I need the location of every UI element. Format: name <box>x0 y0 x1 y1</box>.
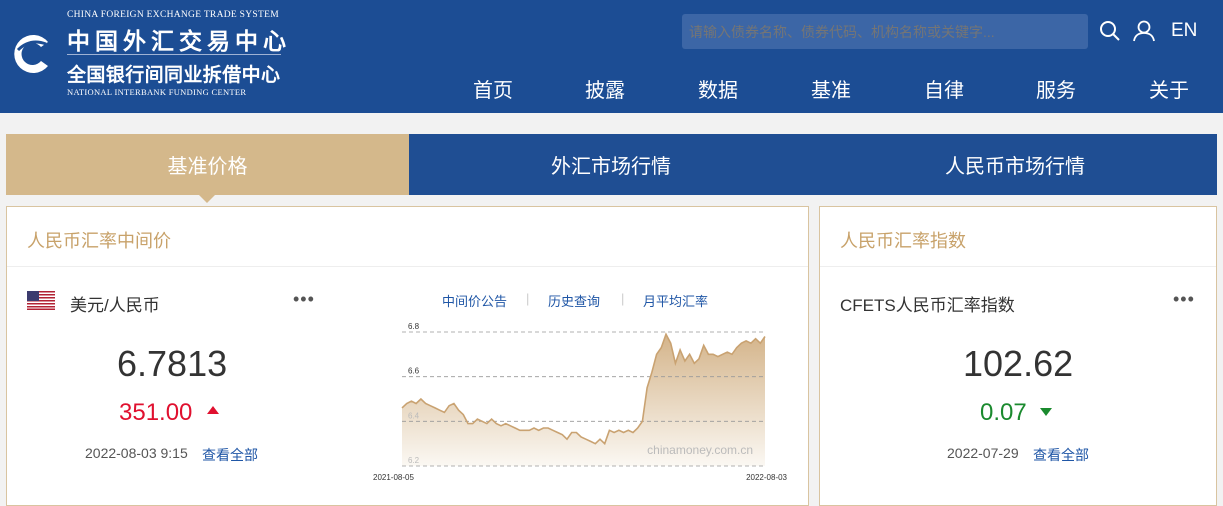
tab-benchmark-price[interactable]: 基准价格 <box>6 134 409 203</box>
y-tick-label: 6.2 <box>408 456 420 465</box>
rmb-index-panel: 人民币汇率指数 CFETS人民币汇率指数 ••• 102.62 0.07 202… <box>819 206 1217 506</box>
logo-cn-top: 中国外汇交易中心 <box>67 28 291 55</box>
tab-fx-market[interactable]: 外汇市场行情 <box>409 134 813 195</box>
parity-announcement-link[interactable]: 中间价公告 <box>442 291 507 310</box>
view-all-link[interactable]: 查看全部 <box>1033 445 1089 465</box>
x-tick-label: 2022-08-03 <box>746 473 787 482</box>
search-input[interactable] <box>682 14 1088 49</box>
cfets-logo-icon <box>14 35 48 73</box>
user-icon[interactable] <box>1132 20 1156 42</box>
index-change: 0.07 <box>980 399 1027 426</box>
nav-benchmark[interactable]: 基准 <box>811 74 851 103</box>
monthly-average-link[interactable]: 月平均汇率 <box>643 291 708 310</box>
rate-change: 351.00 <box>119 399 193 426</box>
tab-rmb-market[interactable]: 人民币市场行情 <box>813 134 1217 195</box>
index-date: 2022-07-29 <box>947 445 1019 461</box>
us-flag-icon <box>27 291 55 310</box>
y-tick-label: 6.4 <box>408 411 420 420</box>
logo-cn-bottom: 全国银行间同业拆借中心 <box>67 65 281 86</box>
more-options-icon[interactable]: ••• <box>293 289 315 310</box>
site-header: CHINA FOREIGN EXCHANGE TRADE SYSTEM 中国外汇… <box>0 0 1223 113</box>
history-query-link[interactable]: 历史查询 <box>548 291 600 310</box>
logo[interactable]: CHINA FOREIGN EXCHANGE TRADE SYSTEM 中国外汇… <box>8 8 286 100</box>
logo-en-top: CHINA FOREIGN EXCHANGE TRADE SYSTEM <box>67 10 279 20</box>
central-parity-panel: 人民币汇率中间价 美元/人民币 ••• 6.7813 351.00 2022-0… <box>6 206 809 506</box>
link-separator: | <box>526 291 530 306</box>
more-options-icon[interactable]: ••• <box>1173 289 1195 310</box>
language-toggle[interactable]: EN <box>1171 20 1197 42</box>
logo-divider <box>67 54 281 55</box>
nav-about[interactable]: 关于 <box>1149 74 1189 103</box>
market-tabs: 基准价格 外汇市场行情 人民币市场行情 <box>6 134 1217 203</box>
logo-en-bottom: NATIONAL INTERBANK FUNDING CENTER <box>67 87 247 97</box>
chart-watermark: chinamoney.com.cn <box>647 443 753 457</box>
search-icon[interactable] <box>1099 20 1121 42</box>
x-tick-label: 2021-08-05 <box>373 473 414 482</box>
update-time: 2022-08-03 9:15 <box>85 445 188 461</box>
y-tick-label: 6.6 <box>408 367 420 376</box>
nav-data[interactable]: 数据 <box>698 74 738 103</box>
nav-home[interactable]: 首页 <box>473 74 513 103</box>
panel-title: 人民币汇率指数 <box>820 207 1216 267</box>
nav-disclosure[interactable]: 披露 <box>585 74 625 103</box>
up-arrow-icon <box>207 406 219 414</box>
index-value: 102.62 <box>963 343 1074 384</box>
currency-pair: 美元/人民币 <box>70 296 160 315</box>
panel-title: 人民币汇率中间价 <box>7 207 808 267</box>
central-parity-rate: 6.7813 <box>117 343 228 384</box>
link-separator: | <box>621 291 625 306</box>
down-arrow-icon <box>1040 408 1052 416</box>
index-name: CFETS人民币汇率指数 <box>840 296 1015 315</box>
view-all-link[interactable]: 查看全部 <box>202 445 258 465</box>
nav-self-regulation[interactable]: 自律 <box>924 74 964 103</box>
nav-services[interactable]: 服务 <box>1036 74 1076 103</box>
parity-chart: 6.2 6.4 6.6 6.8 chinamoney.com.cn 2021-08-05 2… <box>373 322 788 482</box>
y-tick-label: 6.8 <box>408 322 420 331</box>
